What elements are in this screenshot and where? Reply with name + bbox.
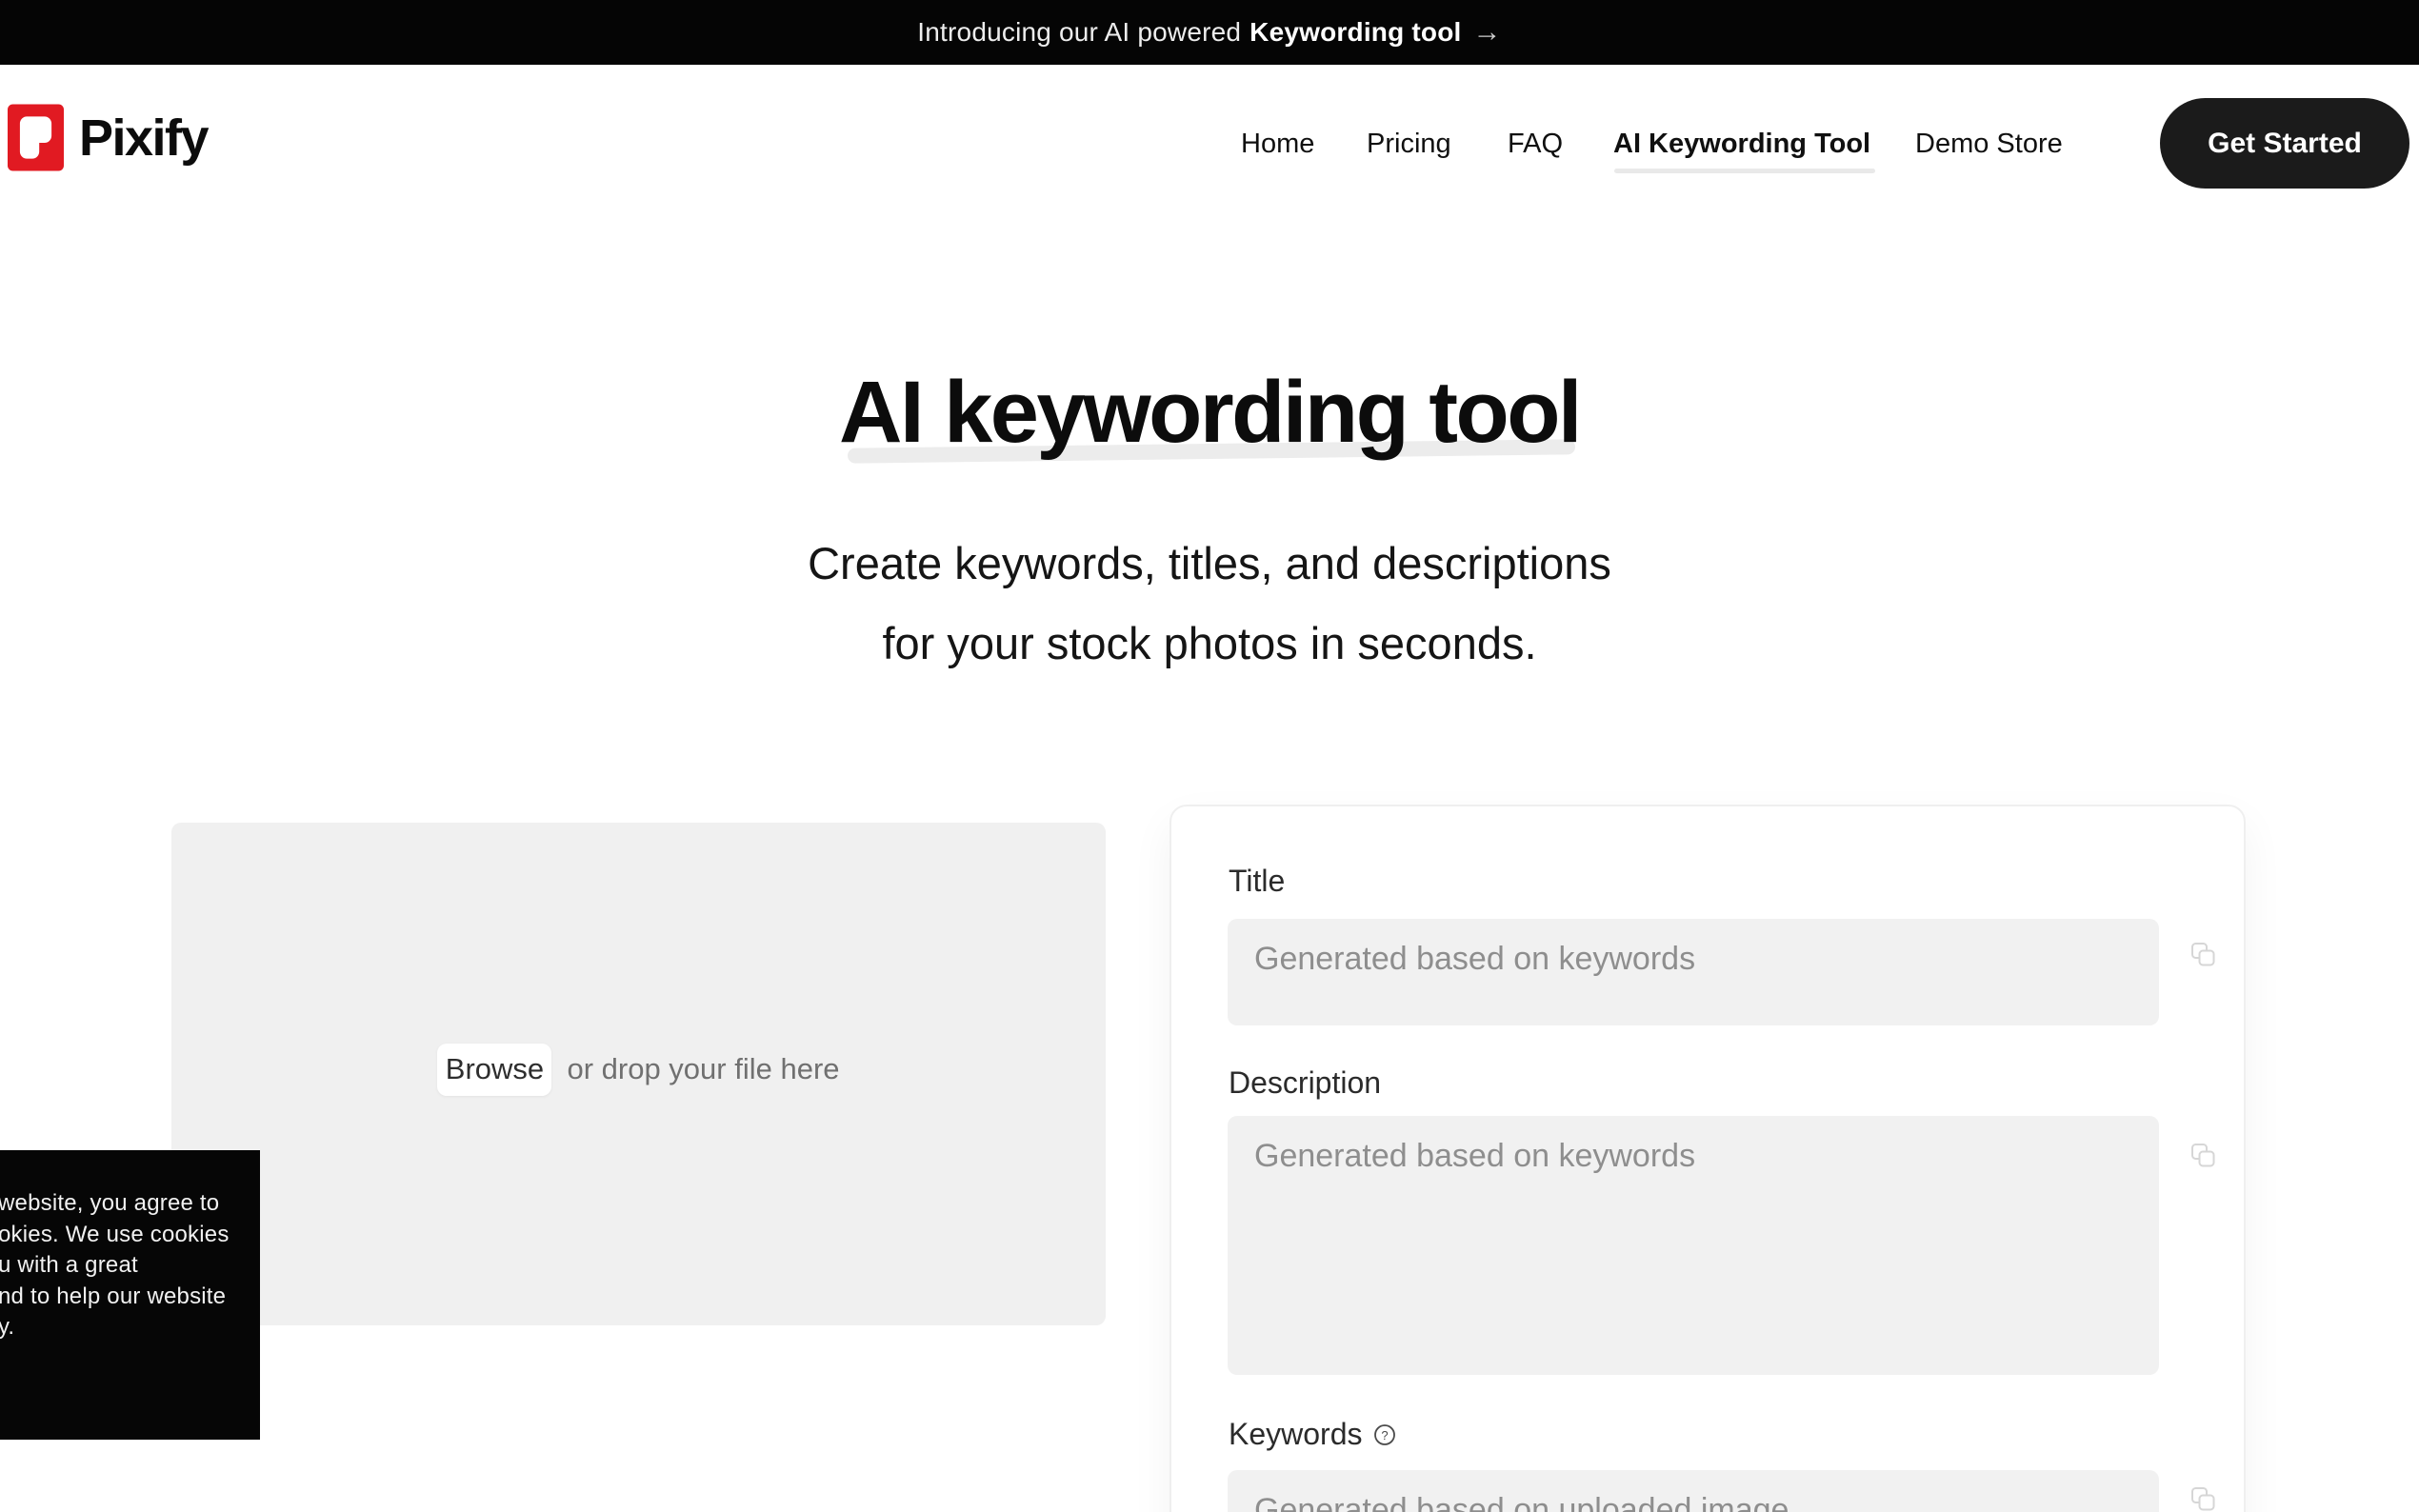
cookie-text: website, you agree to okies. We use cook… xyxy=(0,1188,230,1343)
cookie-banner: website, you agree to okies. We use cook… xyxy=(0,1150,260,1440)
drop-file-text: or drop your file here xyxy=(567,1052,839,1086)
pixify-logo-icon xyxy=(8,103,64,172)
cookie-line: u with a great xyxy=(0,1250,230,1282)
cookie-line: website, you agree to xyxy=(0,1188,230,1220)
nav-item-demo-store[interactable]: Demo Store xyxy=(1915,129,2063,160)
browse-button[interactable]: Browse xyxy=(437,1044,551,1096)
upload-row: Browse or drop your file here xyxy=(437,1044,839,1096)
arrow-right-icon: → xyxy=(1473,16,1502,49)
nav-item-faq[interactable]: FAQ xyxy=(1508,129,1563,160)
page: Introducing our AI powered Keywording to… xyxy=(0,0,2419,1512)
page-subtitle: Create keywords, titles, and description… xyxy=(0,524,2419,684)
get-started-button[interactable]: Get Started xyxy=(2160,98,2409,189)
header: Pixify Home Pricing FAQ AI Keywording To… xyxy=(0,65,2419,224)
cookie-line: nd to help our website xyxy=(0,1282,230,1313)
description-label: Description xyxy=(1229,1065,1381,1101)
description-field[interactable] xyxy=(1228,1116,2159,1375)
keywords-label: Keywords xyxy=(1229,1417,1363,1452)
page-title: AI keywording tool xyxy=(0,368,2419,456)
brand-name: Pixify xyxy=(79,109,208,168)
subtitle-line-1: Create keywords, titles, and description… xyxy=(0,524,2419,604)
announcement-text: Introducing our AI powered xyxy=(917,17,1241,48)
announcement-banner[interactable]: Introducing our AI powered Keywording to… xyxy=(0,0,2419,65)
cookie-line: y. xyxy=(0,1312,230,1343)
subtitle-line-2: for your stock photos in seconds. xyxy=(0,604,2419,684)
nav-item-ai-keywording-tool[interactable]: AI Keywording Tool xyxy=(1613,129,1870,160)
nav-item-pricing[interactable]: Pricing xyxy=(1367,129,1451,160)
title-field[interactable] xyxy=(1228,919,2159,1025)
announcement-highlight: Keywording tool xyxy=(1249,17,1461,48)
help-icon[interactable]: ? xyxy=(1373,1423,1396,1446)
nav-item-home[interactable]: Home xyxy=(1241,129,1314,160)
copy-keywords-icon[interactable] xyxy=(2190,1486,2216,1512)
keywords-field[interactable] xyxy=(1228,1470,2159,1512)
svg-text:?: ? xyxy=(1381,1428,1388,1442)
copy-title-icon[interactable] xyxy=(2190,942,2216,967)
keywords-label-row: Keywords ? xyxy=(1229,1417,1396,1452)
results-card: Title Description Keywords ? xyxy=(1170,805,2246,1512)
upload-dropzone[interactable]: Browse or drop your file here xyxy=(171,823,1106,1325)
cookie-line: okies. We use cookies xyxy=(0,1220,230,1251)
copy-description-icon[interactable] xyxy=(2190,1143,2216,1168)
title-label: Title xyxy=(1229,864,1285,899)
logo[interactable]: Pixify xyxy=(8,103,208,172)
